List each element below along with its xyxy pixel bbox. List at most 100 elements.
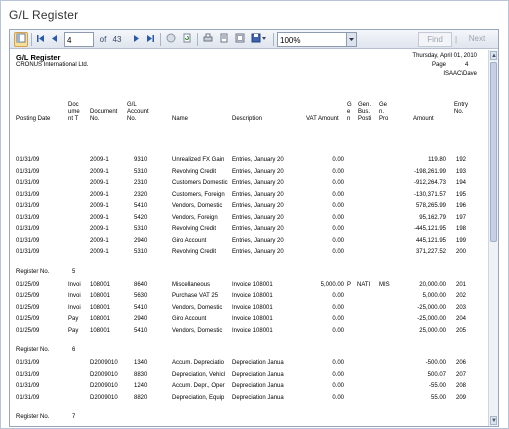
register-number: 5 <box>72 268 76 275</box>
cell-date: 01/31/09 <box>16 203 40 209</box>
cell-acct: 5410 <box>134 327 148 334</box>
col-doc-type: Doc ume nt T <box>68 102 80 122</box>
cell-desc: Depreciation Janua <box>232 360 284 366</box>
col-gen: G e n <box>347 102 352 122</box>
refresh-icon <box>183 33 190 43</box>
document-map-button[interactable] <box>14 32 28 47</box>
table-row: 01/25/09 Pay 108001 2940 Giro Account Invoice… <box>10 315 487 324</box>
last-page-button[interactable] <box>144 32 156 47</box>
cell-desc: Entries, January 20 <box>232 214 284 221</box>
next-page-icon <box>133 35 139 42</box>
vertical-scrollbar[interactable]: ▲ ▼ <box>488 50 498 426</box>
scrollbar-thumb[interactable] <box>490 62 497 242</box>
cell-desc: Invoice 108001 <box>232 327 273 334</box>
print-layout-icon <box>220 33 227 43</box>
cell-acct: 8830 <box>134 371 148 378</box>
save-icon <box>251 33 266 43</box>
cell-amount: -130,371.57 <box>413 191 446 198</box>
cell-entry: 194 <box>456 180 467 186</box>
page-number: 4 <box>465 62 469 68</box>
refresh-button[interactable] <box>180 32 193 47</box>
cell-gen: P <box>347 281 352 288</box>
cell-acct: 5310 <box>134 249 148 255</box>
register-number: 7 <box>72 414 76 420</box>
cell-date: 01/31/09 <box>16 249 40 255</box>
cell-amount: 578,265.99 <box>415 203 446 209</box>
cell-type: Pay <box>68 327 79 334</box>
previous-page-button[interactable] <box>48 32 60 47</box>
cell-desc: Entries, January 20 <box>232 180 284 186</box>
cell-vat: 0.00 <box>332 237 344 244</box>
cell-type: Invoi <box>68 304 81 311</box>
stop-icon <box>166 33 175 43</box>
document-map-icon <box>16 33 26 43</box>
table-row: 01/31/09 2009-1 5310 Revolving Credit Entrie… <box>10 225 487 234</box>
cell-date: 01/31/09 <box>16 394 40 401</box>
register-group-header: Register No. 6 <box>10 346 487 355</box>
find-next-button[interactable]: Next <box>460 32 494 47</box>
cell-doc: 2009-1 <box>90 226 109 232</box>
print-button[interactable] <box>201 32 214 47</box>
cell-entry: 196 <box>456 203 467 209</box>
stop-button[interactable] <box>164 32 177 47</box>
cell-vat: 0.00 <box>332 327 344 334</box>
next-page-button[interactable] <box>130 32 142 47</box>
cell-amount: 445,121.95 <box>415 237 446 244</box>
cell-amount: -445,121.95 <box>413 226 446 232</box>
page-total-label: 43 <box>112 35 122 44</box>
table-row: 01/31/09 2009-1 9310 Unrealized FX Gain Entr… <box>10 156 487 165</box>
cell-acct: 8640 <box>134 281 148 288</box>
cell-doc: 2009-1 <box>90 191 109 198</box>
cell-doc: 2009-1 <box>90 203 109 209</box>
cell-vat: 0.00 <box>332 371 344 378</box>
page-setup-icon <box>235 33 244 43</box>
cell-doc: D2009010 <box>90 383 118 389</box>
page-number-input[interactable]: 4 <box>64 32 94 47</box>
cell-desc: Entries, January 20 <box>232 157 284 163</box>
print-layout-button[interactable] <box>217 32 230 47</box>
cell-acct: 5410 <box>134 203 148 209</box>
first-page-button[interactable] <box>34 32 46 47</box>
cell-desc: Invoice 108001 <box>232 316 273 322</box>
scroll-up-icon[interactable]: ▲ <box>490 51 497 60</box>
cell-date: 01/31/09 <box>16 226 40 232</box>
cell-desc: Depreciation Janua <box>232 383 284 389</box>
cell-amount: -55.00 <box>428 383 446 389</box>
report-title: G/L Register <box>16 53 61 62</box>
cell-date: 01/31/09 <box>16 383 40 389</box>
zoom-select[interactable]: 100% <box>277 32 357 47</box>
cell-vat: 0.00 <box>332 394 344 401</box>
register-group-header: Register No. 5 <box>10 268 487 277</box>
cell-entry: 195 <box>456 191 467 198</box>
page-setup-button[interactable] <box>233 32 246 47</box>
cell-entry: 206 <box>456 360 467 366</box>
cell-amount: 5,000.00 <box>422 293 446 299</box>
cell-vat: 0.00 <box>332 180 344 186</box>
cell-desc: Invoice 108001 <box>232 304 273 311</box>
cell-type: Pay <box>68 316 79 322</box>
cell-vat: 5,000.00 <box>320 281 344 288</box>
cell-vat: 0.00 <box>332 214 344 221</box>
cell-entry: 198 <box>456 226 467 232</box>
table-row: 01/31/09 2009-1 2320 Customers, Foreign Entr… <box>10 191 487 200</box>
cell-doc: 2009-1 <box>90 214 109 221</box>
cell-name: Vendors, Domestic <box>172 203 223 209</box>
find-input[interactable]: Find <box>418 32 452 47</box>
export-button[interactable] <box>249 32 269 47</box>
register-number: 6 <box>72 347 76 353</box>
cell-entry: 197 <box>456 214 467 221</box>
col-posting-date: Posting Date <box>16 116 51 122</box>
cell-acct: 2310 <box>134 180 148 186</box>
scroll-down-icon[interactable]: ▼ <box>490 416 497 425</box>
cell-vat: 0.00 <box>332 383 344 389</box>
table-row: 01/25/09 Invoi 108001 5630 Purchase VAT 25 In… <box>10 292 487 301</box>
cell-desc: Depreciation Janua <box>232 394 284 401</box>
chevron-down-icon <box>346 33 356 46</box>
report-viewer: 4 of 43 100% Find | Next G/L Register CR… <box>9 29 499 427</box>
table-row: 01/31/09 D2009010 1240 Accum. Depr., Oper De… <box>10 382 487 391</box>
company-name: CRONUS International Ltd. <box>16 62 89 68</box>
cell-acct: 5420 <box>134 214 148 221</box>
cell-vat: 0.00 <box>332 249 344 255</box>
cell-date: 01/31/09 <box>16 371 40 378</box>
col-vat-amount: VAT Amount <box>306 116 339 122</box>
